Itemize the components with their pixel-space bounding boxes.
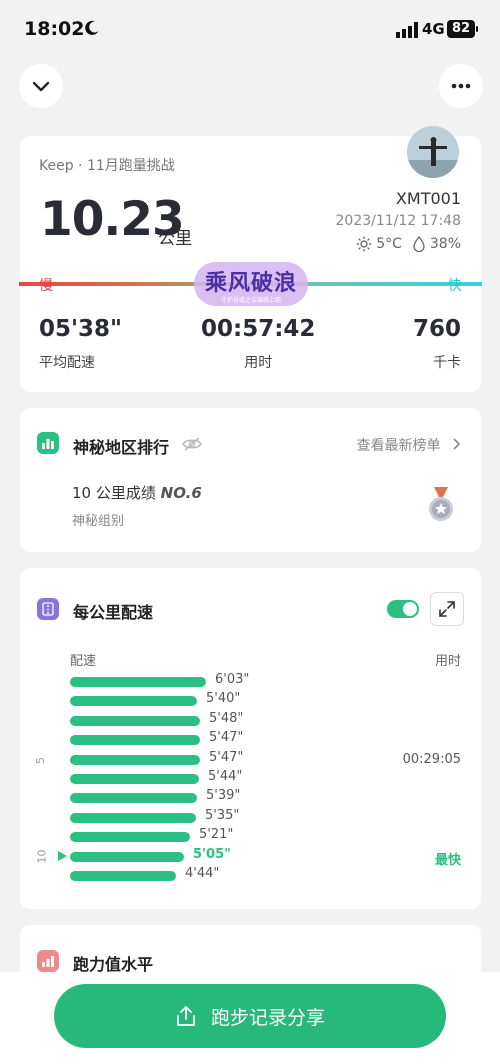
rank-result: 10 公里成绩 NO.6 bbox=[72, 482, 202, 503]
pace-bar-label: 6'03" bbox=[215, 672, 250, 687]
time-column-header: 用时 bbox=[434, 654, 461, 669]
pace-bar-label: 5'44" bbox=[208, 769, 243, 784]
fast-label: 快 bbox=[448, 278, 462, 294]
temperature: 5°C bbox=[376, 236, 402, 252]
slow-label: 慢 bbox=[39, 278, 53, 294]
view-latest-ranking-label: 查看最新榜单 bbox=[356, 438, 441, 454]
pace-bar-label: 5'47" bbox=[209, 730, 244, 746]
stat-label: 用时 bbox=[244, 355, 273, 371]
status-time: 18:02 bbox=[24, 18, 85, 40]
event-logo-title: 乘风破浪 bbox=[204, 270, 297, 296]
bar-chart-icon bbox=[37, 950, 59, 972]
fastest-label: 最快 bbox=[434, 853, 461, 868]
stat-value: 05'38" bbox=[39, 316, 123, 342]
rank-group: 神秘组别 bbox=[72, 514, 125, 529]
battery-indicator: 82 bbox=[447, 20, 478, 38]
run-datetime: 2023/11/12 17:48 bbox=[335, 213, 462, 229]
expand-button[interactable] bbox=[430, 592, 464, 626]
share-bar: 跑步记录分享 bbox=[0, 972, 500, 1064]
stat-value: 760 bbox=[412, 316, 461, 342]
avatar[interactable] bbox=[407, 126, 459, 178]
pace-bar-label: 5'40" bbox=[206, 691, 241, 707]
pace-bar bbox=[70, 715, 200, 726]
signal-icon bbox=[396, 22, 418, 38]
stat-label: 平均配速 bbox=[39, 355, 95, 371]
fastest-marker-icon bbox=[58, 851, 67, 861]
pace-bar-label: 5'21" bbox=[199, 827, 234, 843]
rank-result-prefix: 10 公里成绩 bbox=[72, 484, 156, 502]
pace-bar bbox=[70, 832, 190, 843]
eye-off-icon[interactable] bbox=[182, 437, 202, 451]
bar-chart-icon bbox=[37, 432, 59, 454]
pace-bar bbox=[70, 677, 206, 687]
distance-unit: 公里 bbox=[158, 229, 192, 249]
stat-value: 00:57:42 bbox=[201, 316, 316, 342]
share-run-button[interactable]: 跑步记录分享 bbox=[54, 984, 446, 1048]
pace-title: 每公里配速 bbox=[73, 603, 154, 622]
pace-bar-label: 5'35" bbox=[205, 807, 240, 823]
view-latest-ranking-link[interactable]: 查看最新榜单 bbox=[357, 435, 463, 455]
rank-number: NO.6 bbox=[160, 484, 202, 502]
share-run-label: 跑步记录分享 bbox=[210, 1006, 325, 1029]
stat-avg-pace: 05'38" 平均配速 bbox=[39, 316, 122, 372]
ranking-card[interactable]: 神秘地区排行 查看最新榜单 10 公里成绩 NO.6 神秘组别 bbox=[20, 408, 481, 552]
humidity: 38% bbox=[429, 236, 461, 252]
avatar-image bbox=[407, 126, 459, 178]
pace-bar bbox=[70, 871, 176, 881]
expand-icon bbox=[439, 601, 455, 617]
pace-column-header: 配速 bbox=[70, 654, 97, 669]
pace-bar-label: 4'44" bbox=[185, 866, 220, 881]
moon-icon bbox=[85, 20, 99, 35]
share-icon bbox=[177, 1006, 195, 1026]
drop-icon bbox=[413, 236, 425, 252]
pace-bar bbox=[70, 696, 197, 707]
chevron-down-icon bbox=[32, 81, 50, 92]
more-icon bbox=[451, 83, 471, 89]
pace-toggle[interactable] bbox=[387, 600, 419, 618]
event-logo-subtitle: 守护谷道之云端线上跑 bbox=[220, 296, 281, 304]
weather-info: 5°C 38% bbox=[356, 236, 461, 252]
event-logo: 乘风破浪 守护谷道之云端线上跑 bbox=[194, 262, 308, 306]
stat-calories: 760 千卡 bbox=[413, 316, 461, 372]
pace-bar bbox=[70, 851, 184, 862]
stat-label: 千卡 bbox=[433, 355, 461, 371]
pace-per-km-card: 每公里配速 配速 用时 6'03" 5'40" 5'48" 5'47" 5'47" 5'4… bbox=[20, 568, 481, 909]
more-button[interactable] bbox=[439, 64, 483, 108]
network-type: 4G bbox=[422, 20, 445, 38]
chevron-right-icon bbox=[453, 438, 461, 450]
pace-bar bbox=[70, 754, 200, 765]
medal-icon bbox=[429, 487, 453, 521]
status-bar: 18:02 4G 82 bbox=[0, 0, 500, 58]
pace-bar-label: 5'48" bbox=[209, 710, 244, 726]
pace-bar-label: 5'05" bbox=[193, 846, 231, 862]
pace-bar bbox=[70, 774, 199, 784]
road-icon bbox=[37, 598, 59, 620]
pace-bar bbox=[70, 735, 200, 746]
km-mark: 5 bbox=[34, 757, 47, 764]
run-summary-card: Keep · 11月跑量挑战 10.23 公里 XMT001 2023/11/1… bbox=[19, 126, 482, 392]
km-mark: 10 bbox=[35, 849, 49, 864]
pace-bar bbox=[70, 793, 197, 804]
collapse-button[interactable] bbox=[19, 64, 63, 108]
pace-bar bbox=[70, 812, 196, 823]
username: XMT001 bbox=[395, 189, 461, 208]
pace-bar-label: 5'39" bbox=[206, 788, 241, 804]
split-time: 00:29:05 bbox=[402, 752, 461, 767]
ranking-title: 神秘地区排行 bbox=[73, 438, 170, 457]
pace-bar-label: 5'47" bbox=[209, 749, 244, 765]
stat-duration: 00:57:42 用时 bbox=[201, 316, 315, 372]
sun-icon bbox=[356, 236, 372, 252]
challenge-name: Keep · 11月跑量挑战 bbox=[39, 158, 175, 174]
